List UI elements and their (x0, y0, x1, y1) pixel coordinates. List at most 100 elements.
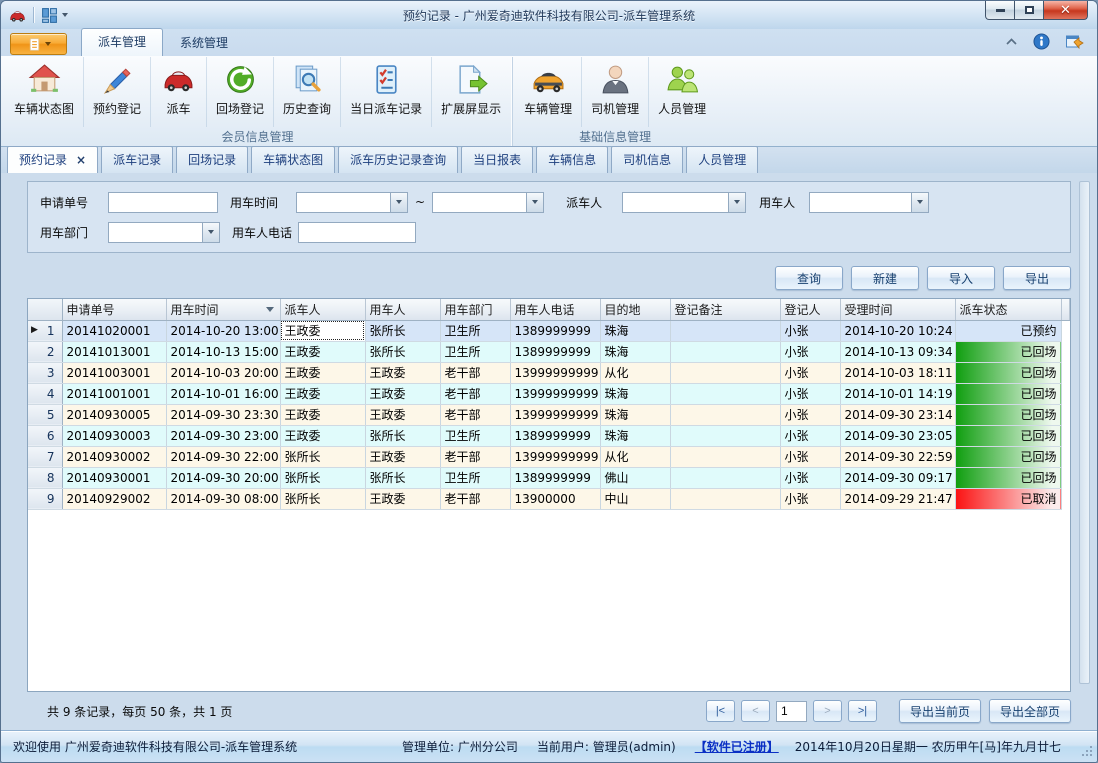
cell-dept[interactable]: 卫生所 (440, 467, 510, 488)
ribbon-button-0-3[interactable]: 回场登记 (206, 57, 273, 127)
column-header-10[interactable]: 派车状态 (955, 299, 1061, 320)
column-header-0[interactable]: 申请单号 (62, 299, 166, 320)
cell-use_time[interactable]: 2014-10-20 13:00 (166, 320, 280, 341)
cell-request_no[interactable]: 20140930002 (62, 446, 166, 467)
collapse-ribbon-icon[interactable] (1005, 37, 1018, 46)
layout-icon[interactable] (40, 7, 59, 24)
cell-note[interactable] (670, 404, 780, 425)
cell-user[interactable]: 张所长 (365, 425, 440, 446)
cell-accept_time[interactable]: 2014-09-30 09:17 (840, 467, 955, 488)
cell-status[interactable]: 已回场 (955, 425, 1061, 446)
cell-use_time[interactable]: 2014-09-30 20:00 (166, 467, 280, 488)
close-button[interactable]: ✕ (1044, 1, 1088, 20)
cell-dept[interactable]: 老干部 (440, 362, 510, 383)
cell-phone[interactable]: 1389999999 (510, 425, 600, 446)
cell-phone[interactable]: 13999999999 (510, 404, 600, 425)
cell-dept[interactable]: 老干部 (440, 404, 510, 425)
cell-dest[interactable]: 佛山 (600, 467, 670, 488)
ribbon-tab-1[interactable]: 系统管理 (163, 29, 245, 56)
cell-dept[interactable]: 老干部 (440, 446, 510, 467)
row-number[interactable]: 9 (28, 488, 62, 509)
cell-phone[interactable]: 1389999999 (510, 341, 600, 362)
cell-note[interactable] (670, 320, 780, 341)
table-row[interactable]: 8201409300012014-09-30 20:00张所长张所长卫生所138… (28, 467, 1070, 488)
cell-dest[interactable]: 珠海 (600, 425, 670, 446)
cell-accept_time[interactable]: 2014-09-29 21:47 (840, 488, 955, 509)
table-row[interactable]: 6201409300032014-09-30 23:00王政委张所长卫生所138… (28, 425, 1070, 446)
cell-accept_time[interactable]: 2014-09-30 23:05 (840, 425, 955, 446)
cell-status[interactable]: 已回场 (955, 404, 1061, 425)
doc-tab-0[interactable]: 预约记录× (7, 146, 98, 173)
doc-tab-6[interactable]: 车辆信息 (536, 146, 608, 173)
cell-accept_time[interactable]: 2014-10-01 14:19 (840, 383, 955, 404)
cell-accept_time[interactable]: 2014-09-30 22:59 (840, 446, 955, 467)
cell-phone[interactable]: 13900000 (510, 488, 600, 509)
cell-dispatcher[interactable]: 王政委 (280, 404, 365, 425)
ribbon-button-0-1[interactable]: 预约登记 (83, 57, 150, 127)
dept-combo[interactable] (108, 222, 220, 243)
close-tab-icon[interactable]: × (76, 154, 86, 166)
minimize-button[interactable] (985, 1, 1015, 20)
row-number[interactable]: 4 (28, 383, 62, 404)
cell-note[interactable] (670, 488, 780, 509)
ribbon-tab-0[interactable]: 派车管理 (81, 28, 163, 56)
maximize-button[interactable] (1015, 1, 1044, 20)
row-number[interactable]: 7 (28, 446, 62, 467)
cell-registrar[interactable]: 小张 (780, 341, 840, 362)
cell-status[interactable]: 已取消 (955, 488, 1061, 509)
cell-dept[interactable]: 老干部 (440, 488, 510, 509)
cell-dispatcher[interactable]: 王政委 (280, 341, 365, 362)
cell-phone[interactable]: 1389999999 (510, 320, 600, 341)
page-number-input[interactable] (776, 701, 807, 722)
cell-note[interactable] (670, 362, 780, 383)
cell-registrar[interactable]: 小张 (780, 320, 840, 341)
column-header-3[interactable]: 用车人 (365, 299, 440, 320)
export-button[interactable]: 导出 (1003, 266, 1071, 290)
cell-dest[interactable]: 珠海 (600, 383, 670, 404)
cell-user[interactable]: 王政委 (365, 383, 440, 404)
cell-dest[interactable]: 从化 (600, 362, 670, 383)
use-time-to-combo[interactable] (432, 192, 544, 213)
doc-tab-8[interactable]: 人员管理 (686, 146, 758, 173)
ribbon-button-1-1[interactable]: 司机管理 (581, 57, 648, 127)
export-all-pages-button[interactable]: 导出全部页 (989, 699, 1071, 723)
cell-dispatcher[interactable]: 王政委 (280, 383, 365, 404)
doc-tab-7[interactable]: 司机信息 (611, 146, 683, 173)
cell-request_no[interactable]: 20141013001 (62, 341, 166, 362)
table-row[interactable]: 5201409300052014-09-30 23:30王政委王政委老干部139… (28, 404, 1070, 425)
cell-registrar[interactable]: 小张 (780, 446, 840, 467)
cell-user[interactable]: 王政委 (365, 446, 440, 467)
table-row[interactable]: 7201409300022014-09-30 22:00张所长王政委老干部139… (28, 446, 1070, 467)
skin-icon[interactable] (1065, 33, 1084, 50)
cell-dispatcher[interactable]: 王政委 (280, 362, 365, 383)
cell-dispatcher[interactable]: 王政委 (280, 320, 365, 341)
column-header-6[interactable]: 目的地 (600, 299, 670, 320)
column-header-5[interactable]: 用车人电话 (510, 299, 600, 320)
cell-user[interactable]: 王政委 (365, 362, 440, 383)
cell-note[interactable] (670, 383, 780, 404)
cell-status[interactable]: 已预约 (955, 320, 1061, 341)
import-button[interactable]: 导入 (927, 266, 995, 290)
create-button[interactable]: 新建 (851, 266, 919, 290)
cell-user[interactable]: 王政委 (365, 404, 440, 425)
ribbon-button-1-2[interactable]: 人员管理 (648, 57, 715, 127)
cell-dispatcher[interactable]: 张所长 (280, 467, 365, 488)
vertical-scrollbar[interactable] (1079, 181, 1090, 684)
chevron-down-icon[interactable] (911, 193, 928, 212)
help-icon[interactable] (1033, 33, 1050, 50)
column-header-9[interactable]: 受理时间 (840, 299, 955, 320)
cell-request_no[interactable]: 20140930005 (62, 404, 166, 425)
row-number[interactable]: 8 (28, 467, 62, 488)
last-page-button[interactable]: >| (848, 700, 877, 722)
column-header-8[interactable]: 登记人 (780, 299, 840, 320)
request-no-input[interactable] (108, 192, 218, 213)
cell-dept[interactable]: 卫生所 (440, 341, 510, 362)
cell-request_no[interactable]: 20141003001 (62, 362, 166, 383)
ribbon-button-0-2[interactable]: 派车 (150, 57, 206, 127)
table-row[interactable]: 9201409290022014-09-30 08:00张所长王政委老干部139… (28, 488, 1070, 509)
use-time-from-combo[interactable] (296, 192, 408, 213)
cell-user[interactable]: 张所长 (365, 341, 440, 362)
cell-accept_time[interactable]: 2014-10-20 10:24 (840, 320, 955, 341)
cell-request_no[interactable]: 20140930001 (62, 467, 166, 488)
cell-registrar[interactable]: 小张 (780, 383, 840, 404)
